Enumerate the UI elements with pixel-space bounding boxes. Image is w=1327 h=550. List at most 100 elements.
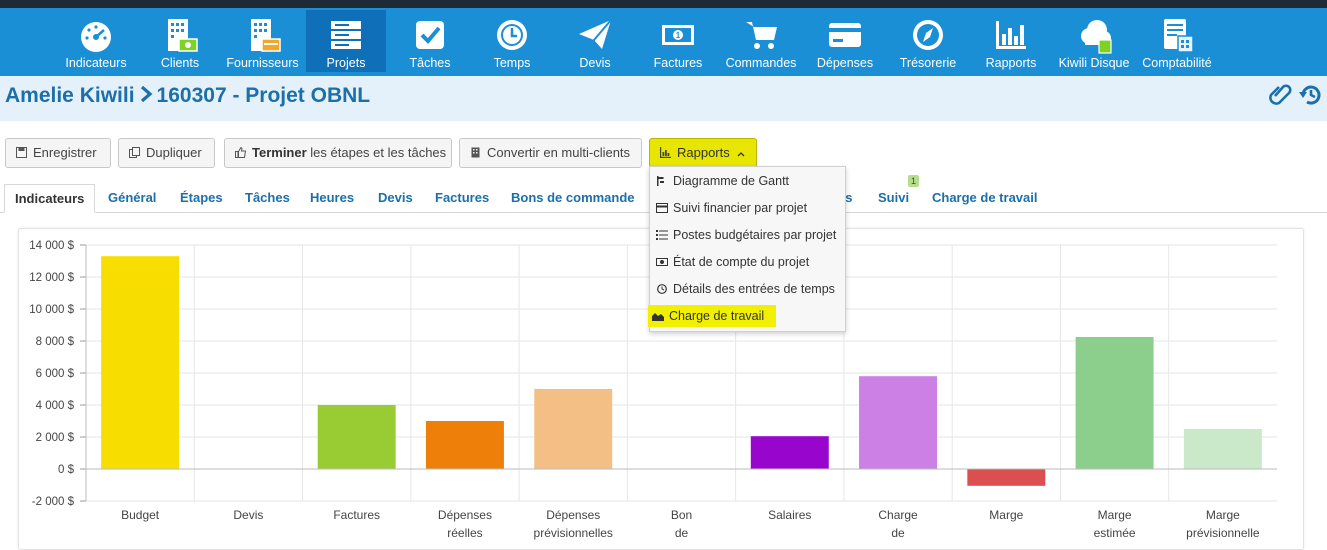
y-tick-label: 8 000 $: [36, 336, 75, 348]
y-tick-label: 10 000 $: [29, 304, 74, 316]
x-tick-label: de: [891, 526, 905, 540]
tab-bons-de-commande[interactable]: Bons de commande: [511, 184, 635, 213]
nav-comptabilite[interactable]: Comptabilité: [1138, 10, 1216, 72]
convert-multi-client-button[interactable]: Convertir en multi-clients: [459, 138, 642, 168]
y-tick-label: 0 $: [58, 464, 75, 476]
reports-dropdown-menu: Diagramme de Gantt Suivi financier par p…: [648, 166, 846, 332]
tab-heures[interactable]: Heures: [310, 184, 354, 213]
menu-item-time-entries[interactable]: Détails des entrées de temps: [656, 278, 835, 300]
nav-label: Devis: [579, 56, 611, 70]
menu-item-workload[interactable]: Charge de travail: [648, 305, 777, 327]
nav-depenses[interactable]: Dépenses: [813, 10, 877, 72]
thumbs-up-icon: [235, 147, 246, 158]
banknote-icon: 1: [662, 25, 694, 45]
bar: [534, 389, 613, 469]
nav-label: Tâches: [409, 56, 451, 70]
nav-label: Clients: [160, 56, 200, 70]
menu-item-label: Postes budgétaires par projet: [673, 228, 837, 242]
nav-rapports[interactable]: Rapports: [980, 10, 1042, 72]
y-tick-label: 6 000 $: [36, 368, 75, 380]
nav-commandes[interactable]: Commandes: [722, 10, 800, 72]
nav-factures[interactable]: 1 Factures: [648, 10, 708, 72]
reports-dropdown-button[interactable]: Rapports: [649, 138, 757, 168]
nav-temps[interactable]: Temps: [482, 10, 542, 72]
breadcrumb: Amelie Kiwili 160307 - Projet OBNL: [5, 84, 370, 108]
bar: [1183, 429, 1262, 469]
x-tick-label: Bon: [671, 508, 692, 522]
nav-label: Rapports: [985, 56, 1037, 70]
svg-text:1: 1: [676, 31, 681, 40]
x-tick-label: prévisionnelle: [1186, 526, 1260, 540]
x-tick-label: estimée: [1094, 526, 1136, 540]
cloud-icon: [1081, 20, 1112, 54]
x-tick-label: prévisionnelles: [534, 526, 613, 540]
nav-label: Comptabilité: [1142, 56, 1212, 70]
server-stack-icon: [331, 21, 361, 49]
menu-item-label: État de compte du projet: [673, 255, 810, 269]
nav-tresorerie[interactable]: Trésorerie: [895, 10, 961, 72]
reports-label: Rapports: [677, 145, 730, 160]
nav-taches[interactable]: Tâches: [399, 10, 461, 72]
building-card-icon: [250, 19, 281, 52]
save-label: Enregistrer: [33, 145, 97, 160]
x-tick-label: Devis: [233, 508, 263, 522]
x-tick-label: Budget: [121, 508, 160, 522]
tab-charge-de-travail[interactable]: Charge de travail: [932, 184, 1038, 213]
tab-devis[interactable]: Devis: [378, 184, 413, 213]
menu-item-financial-tracking[interactable]: Suivi financier par projet: [656, 197, 807, 219]
nav-label: Commandes: [725, 56, 797, 70]
x-tick-label: Salaires: [768, 508, 811, 522]
paperclip-icon[interactable]: [1268, 82, 1294, 108]
y-tick-label: 2 000 $: [36, 432, 75, 444]
ledger-calculator-icon: [1164, 19, 1194, 53]
history-icon[interactable]: [1298, 82, 1324, 108]
nav-kiwili-disque[interactable]: Kiwili Disque: [1056, 10, 1132, 72]
tab-general[interactable]: Général: [108, 184, 156, 213]
banknote-icon: [656, 258, 668, 266]
finish-steps-button[interactable]: Terminer les étapes et les tâches: [224, 138, 452, 168]
clock-icon: [657, 284, 667, 294]
gantt-icon: [657, 176, 664, 186]
building-icon: [471, 147, 480, 158]
floppy-disk-icon: [16, 147, 27, 158]
menu-item-budget-items[interactable]: Postes budgétaires par projet: [656, 224, 836, 246]
nav-indicateurs[interactable]: Indicateurs: [60, 10, 132, 72]
main-navbar: Indicateurs Clients Fournisseurs Projets…: [0, 8, 1327, 76]
clock-icon: [497, 20, 527, 50]
bar: [425, 421, 504, 469]
nav-fournisseurs[interactable]: Fournisseurs: [224, 10, 301, 72]
x-tick-label: Charge: [878, 508, 918, 522]
x-tick-label: de: [675, 526, 689, 540]
bar: [750, 436, 829, 469]
x-tick-label: Marge: [989, 508, 1023, 522]
nav-devis[interactable]: Devis: [565, 10, 625, 72]
tab-etapes[interactable]: Étapes: [180, 184, 223, 213]
bar: [101, 256, 180, 469]
finish-bold-label: Terminer: [252, 145, 307, 160]
convert-label: Convertir en multi-clients: [487, 145, 631, 160]
save-button[interactable]: Enregistrer: [5, 138, 111, 168]
tab-taches[interactable]: Tâches: [245, 184, 290, 213]
bar-chart-icon: [996, 21, 1026, 49]
nav-projets[interactable]: Projets: [306, 10, 386, 72]
tab-factures[interactable]: Factures: [435, 184, 489, 213]
compass-icon: [913, 20, 943, 50]
paper-plane-icon: [579, 19, 612, 49]
x-tick-label: Marge: [1206, 508, 1240, 522]
tab-suivi[interactable]: Suivi: [878, 184, 909, 213]
menu-item-account-statement[interactable]: État de compte du projet: [656, 251, 809, 273]
menu-item-gantt[interactable]: Diagramme de Gantt: [656, 170, 789, 192]
nav-clients[interactable]: Clients: [150, 10, 210, 72]
y-tick-label: -2 000 $: [32, 496, 75, 508]
bar: [317, 405, 396, 469]
duplicate-button[interactable]: Dupliquer: [118, 138, 215, 168]
list-icon: [656, 230, 668, 240]
bar: [967, 469, 1046, 486]
nav-label: Projets: [326, 56, 366, 70]
breadcrumb-client-link[interactable]: Amelie Kiwili: [5, 84, 135, 107]
chevron-up-icon: [737, 152, 745, 157]
speedometer-icon: [81, 22, 111, 52]
tab-indicateurs[interactable]: Indicateurs: [4, 184, 95, 213]
x-tick-label: réelles: [447, 526, 482, 540]
chevron-right-icon: [139, 84, 153, 108]
